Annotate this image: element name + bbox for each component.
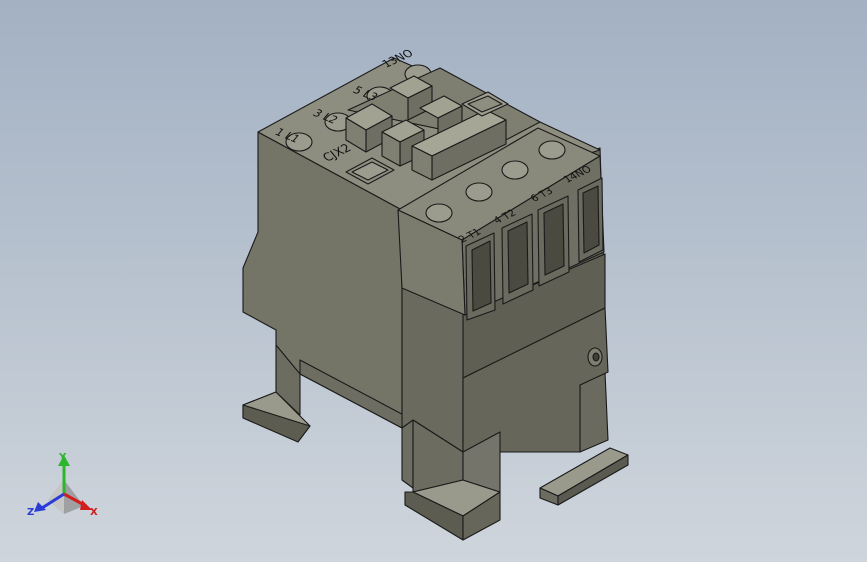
graphics-viewport[interactable]: 1 L1 3 L2 5 L3 13NO CJX2 2 T1 4 T2 6 T3 … [0,0,867,562]
mounting-hole [587,347,603,367]
contactor-model[interactable] [242,57,629,541]
triad-label-x: X [90,507,98,518]
triad-label-z: Z [27,507,34,518]
reference-triad[interactable]: Y X Z [27,452,98,518]
triad-label-y: Y [58,452,67,463]
